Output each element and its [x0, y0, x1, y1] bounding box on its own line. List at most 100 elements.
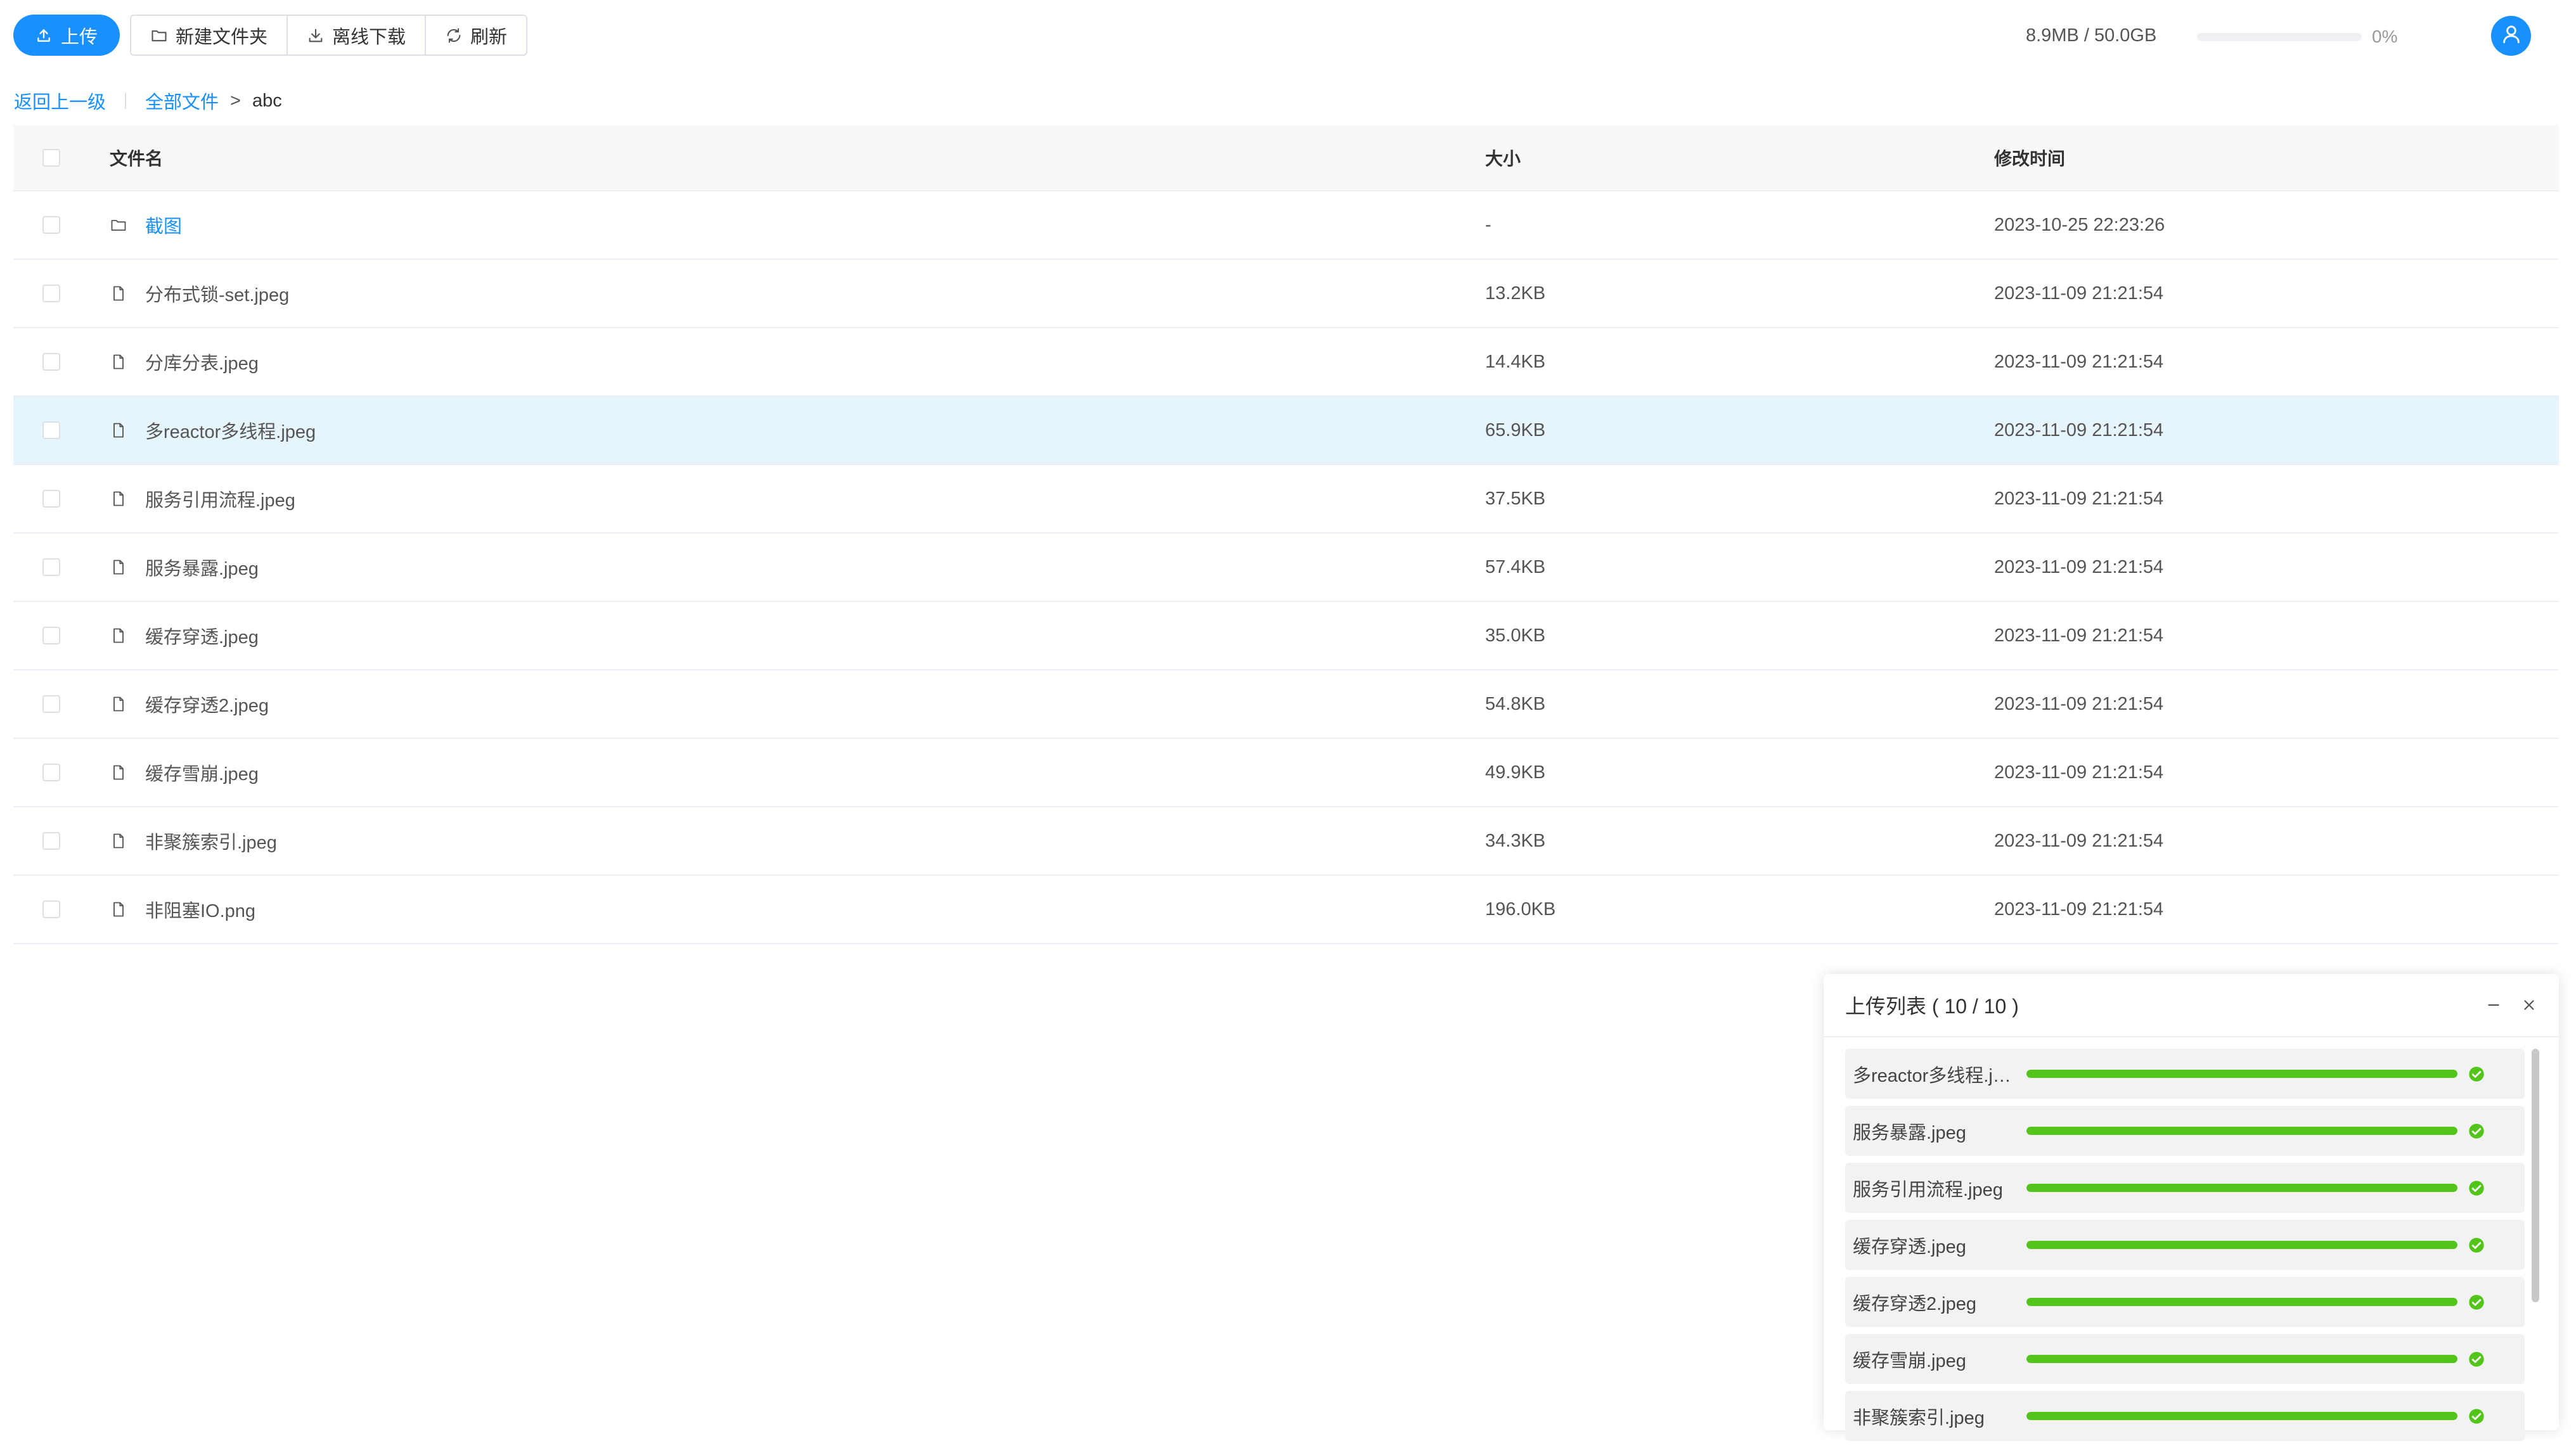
- upload-item-name: 缓存穿透.jpeg: [1853, 1236, 1966, 1257]
- row-checkbox[interactable]: [42, 558, 60, 576]
- file-name[interactable]: 服务暴露.jpeg: [145, 554, 259, 580]
- upload-item-name: 缓存穿透2.jpeg: [1853, 1293, 1977, 1314]
- new-folder-button[interactable]: 新建文件夹: [131, 16, 288, 54]
- table-row[interactable]: 多reactor多线程.jpeg 65.9KB 2023-11-09 21:21:5…: [13, 397, 2559, 465]
- table-row[interactable]: 非阻塞IO.png 196.0KB 2023-11-09 21:21:54: [13, 876, 2559, 944]
- success-icon: [2468, 1407, 2485, 1425]
- file-size: 65.9KB: [1485, 420, 1546, 440]
- row-checkbox[interactable]: [42, 627, 60, 644]
- file-name[interactable]: 缓存雪崩.jpeg: [145, 759, 259, 786]
- upload-list-scrollbar[interactable]: [2532, 1049, 2539, 1302]
- breadcrumb: 返回上一级 全部文件 > abc: [14, 87, 282, 114]
- file-name[interactable]: 缓存穿透2.jpeg: [145, 691, 269, 717]
- storage-progress-bar: [2197, 33, 2362, 41]
- row-select-cell: [13, 558, 96, 576]
- file-icon: [110, 490, 127, 508]
- upload-button[interactable]: 上传: [13, 15, 120, 56]
- refresh-button[interactable]: 刷新: [426, 16, 526, 54]
- file-modified: 2023-10-25 22:23:26: [1994, 214, 2165, 235]
- offline-download-button[interactable]: 离线下载: [288, 16, 427, 54]
- table-row[interactable]: 分库分表.jpeg 14.4KB 2023-11-09 21:21:54: [13, 328, 2559, 397]
- table-row[interactable]: 缓存雪崩.jpeg 49.9KB 2023-11-09 21:21:54: [13, 739, 2559, 807]
- row-select-cell: [13, 695, 96, 713]
- folder-icon: [110, 216, 127, 234]
- row-checkbox[interactable]: [42, 353, 60, 371]
- file-name[interactable]: 非阻塞IO.png: [145, 896, 255, 923]
- table-row[interactable]: 截图 - 2023-10-25 22:23:26: [13, 191, 2559, 260]
- file-size: 14.4KB: [1485, 351, 1546, 372]
- close-icon[interactable]: [2521, 997, 2537, 1013]
- row-checkbox[interactable]: [42, 285, 60, 302]
- file-modified: 2023-11-09 21:21:54: [1994, 420, 2164, 440]
- minimize-icon[interactable]: [2485, 997, 2502, 1013]
- name-cell: 截图: [96, 212, 1485, 238]
- upload-progress-fill: [2026, 1184, 2457, 1192]
- row-select-cell: [13, 353, 96, 371]
- file-name[interactable]: 截图: [145, 212, 182, 238]
- table-header: 文件名 大小 修改时间: [13, 125, 2559, 191]
- table-row[interactable]: 缓存穿透.jpeg 35.0KB 2023-11-09 21:21:54: [13, 602, 2559, 670]
- refresh-icon: [445, 27, 463, 44]
- row-checkbox[interactable]: [42, 695, 60, 713]
- name-cell: 服务暴露.jpeg: [96, 554, 1485, 580]
- file-name[interactable]: 多reactor多线程.jpeg: [145, 417, 316, 444]
- file-name[interactable]: 服务引用流程.jpeg: [145, 485, 295, 512]
- file-name[interactable]: 分布式锁-set.jpeg: [145, 280, 289, 307]
- upload-item: 缓存雪崩.jpeg: [1845, 1334, 2525, 1384]
- user-icon: [2501, 23, 2522, 48]
- success-icon: [2468, 1236, 2485, 1254]
- row-checkbox[interactable]: [42, 832, 60, 850]
- file-icon: [110, 832, 127, 850]
- upload-item: 非聚簇索引.jpeg: [1845, 1391, 2525, 1441]
- upload-item-name: 非聚簇索引.jpeg: [1853, 1407, 1985, 1428]
- refresh-label: 刷新: [470, 27, 508, 48]
- file-size: 34.3KB: [1485, 830, 1546, 851]
- breadcrumb-divider: [125, 93, 127, 109]
- table-row[interactable]: 服务引用流程.jpeg 37.5KB 2023-11-09 21:21:54: [13, 465, 2559, 534]
- all-files-link[interactable]: 全部文件: [145, 87, 219, 114]
- name-cell: 分布式锁-set.jpeg: [96, 280, 1485, 307]
- table-row[interactable]: 缓存穿透2.jpeg 54.8KB 2023-11-09 21:21:54: [13, 670, 2559, 739]
- action-button-group: 新建文件夹 离线下载 刷新: [130, 15, 528, 56]
- header-modified[interactable]: 修改时间: [1994, 145, 2559, 170]
- header-size[interactable]: 大小: [1485, 145, 1994, 170]
- row-checkbox[interactable]: [42, 490, 60, 508]
- row-checkbox[interactable]: [42, 764, 60, 781]
- file-icon: [110, 695, 127, 713]
- table-row[interactable]: 分布式锁-set.jpeg 13.2KB 2023-11-09 21:21:54: [13, 260, 2559, 328]
- header-name[interactable]: 文件名: [96, 145, 1485, 170]
- row-checkbox[interactable]: [42, 421, 60, 439]
- storage-percent: 0%: [2372, 27, 2398, 46]
- file-modified: 2023-11-09 21:21:54: [1994, 556, 2164, 577]
- row-select-cell: [13, 421, 96, 439]
- success-icon: [2468, 1065, 2485, 1083]
- toolbar: 上传 新建文件夹 离线下载 刷新: [13, 15, 528, 56]
- upload-item: 服务暴露.jpeg: [1845, 1106, 2525, 1156]
- file-icon: [110, 421, 127, 439]
- row-checkbox[interactable]: [42, 216, 60, 234]
- table-row[interactable]: 非聚簇索引.jpeg 34.3KB 2023-11-09 21:21:54: [13, 807, 2559, 876]
- back-link[interactable]: 返回上一级: [14, 87, 106, 114]
- upload-progress-bar: [2026, 1241, 2457, 1249]
- select-all-checkbox[interactable]: [42, 148, 60, 167]
- file-name[interactable]: 缓存穿透.jpeg: [145, 622, 259, 649]
- upload-progress-fill: [2026, 1355, 2457, 1363]
- upload-item: 缓存穿透.jpeg: [1845, 1220, 2525, 1270]
- row-checkbox[interactable]: [42, 900, 60, 918]
- upload-item-name: 缓存雪崩.jpeg: [1853, 1350, 1966, 1371]
- upload-item-name: 多reactor多线程.jpeg: [1853, 1065, 2019, 1086]
- name-cell: 多reactor多线程.jpeg: [96, 417, 1485, 444]
- upload-icon: [35, 27, 52, 44]
- download-icon: [307, 27, 325, 44]
- upload-panel-title: 上传列表 ( 10 / 10 ): [1845, 995, 2019, 1018]
- row-select-cell: [13, 900, 96, 918]
- file-size: 49.9KB: [1485, 762, 1546, 783]
- file-name[interactable]: 分库分表.jpeg: [145, 349, 259, 375]
- table-row[interactable]: 服务暴露.jpeg 57.4KB 2023-11-09 21:21:54: [13, 534, 2559, 602]
- upload-progress-fill: [2026, 1127, 2457, 1135]
- success-icon: [2468, 1293, 2485, 1311]
- upload-panel-header: 上传列表 ( 10 / 10 ): [1824, 974, 2559, 1037]
- file-modified: 2023-11-09 21:21:54: [1994, 351, 2164, 372]
- file-name[interactable]: 非聚簇索引.jpeg: [145, 828, 277, 854]
- user-avatar[interactable]: [2491, 16, 2531, 56]
